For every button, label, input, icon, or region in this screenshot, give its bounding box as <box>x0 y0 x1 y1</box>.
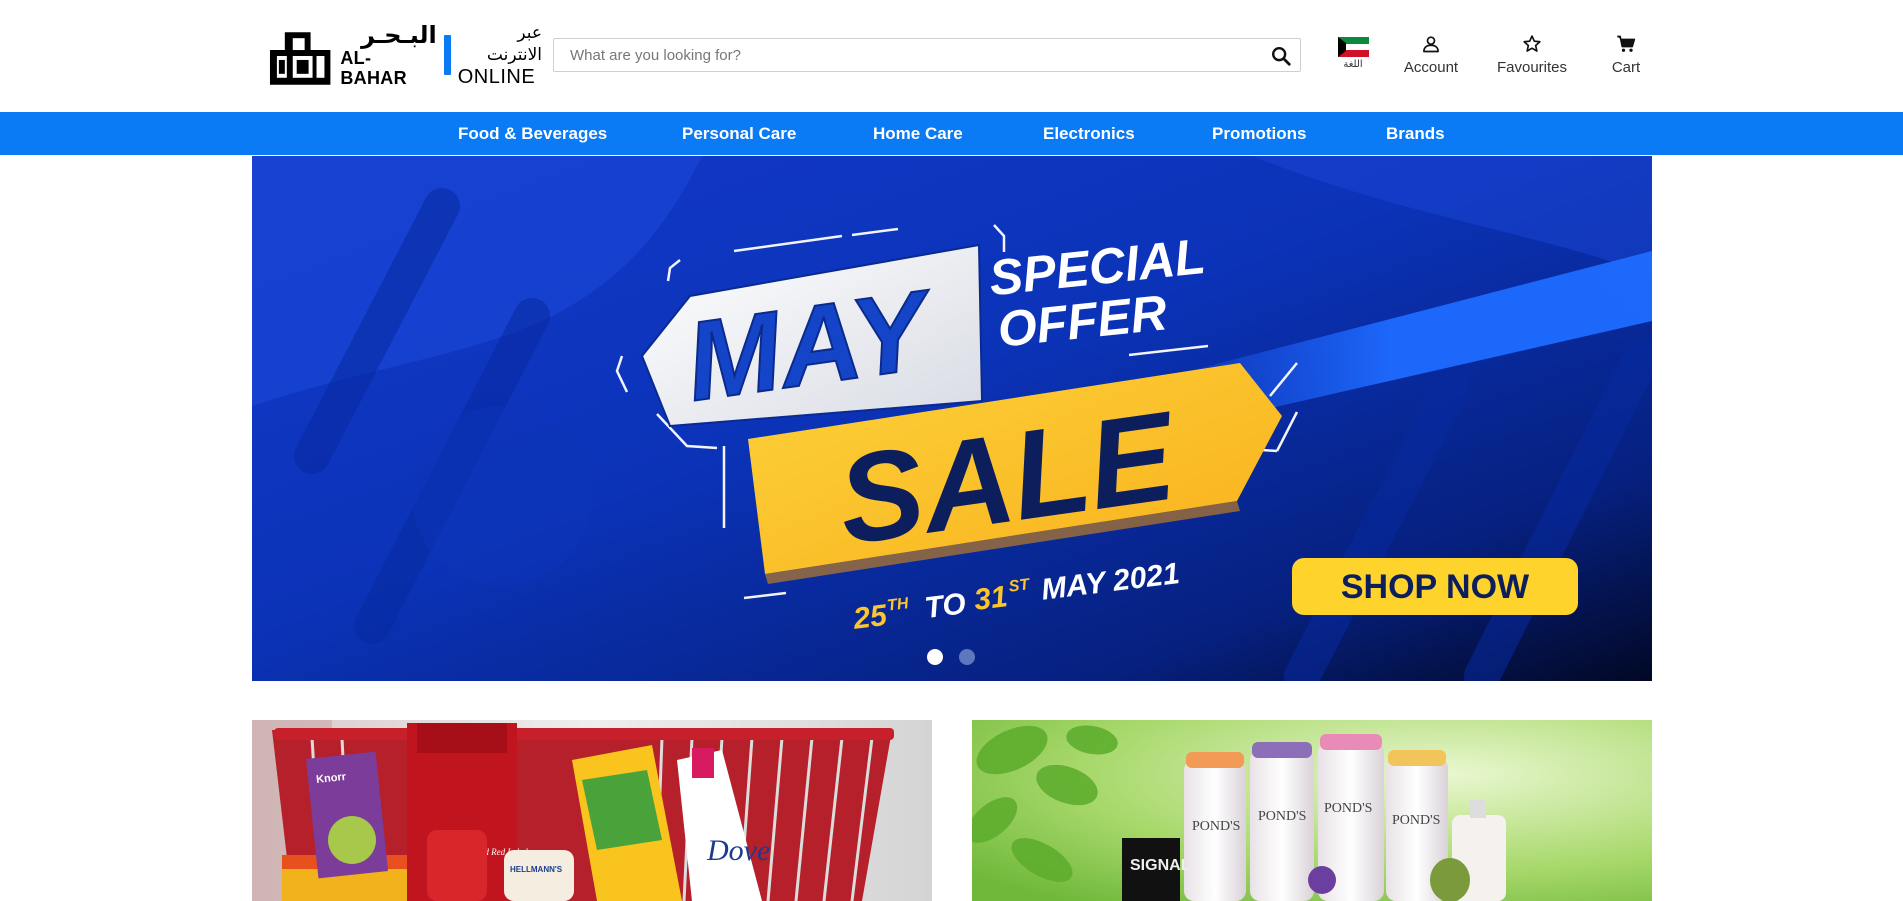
star-icon <box>1523 35 1541 52</box>
hero-date-start: 25 <box>851 599 890 636</box>
search-bar <box>553 38 1301 72</box>
logo-arabic-text: البـحـر <box>361 21 437 49</box>
site-header: البـحـر AL-BAHAR عبر الانترنت ONLINE الل… <box>0 0 1903 111</box>
may-sale-banner-artwork: MAY SPECIAL OFFER SALE 25 TH TO 31 ST MA… <box>252 156 1652 681</box>
dove-brand-text: Dove <box>706 834 770 867</box>
user-icon <box>1423 36 1439 53</box>
hero-date-end: 31 <box>972 580 1009 617</box>
language-switcher[interactable]: اللغة <box>1337 37 1369 79</box>
shop-now-button[interactable]: SHOP NOW <box>1292 558 1578 615</box>
hellmanns-brand-text: HELLMANN'S <box>510 865 563 874</box>
logo-english-text: AL-BAHAR <box>340 48 407 88</box>
cart-icon <box>1617 35 1636 52</box>
site-logo[interactable]: البـحـر AL-BAHAR عبر الانترنت ONLINE <box>267 22 542 88</box>
nav-item-brands[interactable]: Brands <box>1386 112 1445 155</box>
search-icon[interactable] <box>1270 45 1292 67</box>
logo-tagline-arabic: عبر الانترنت <box>486 23 542 65</box>
nav-item-food-beverages[interactable]: Food & Beverages <box>458 112 607 155</box>
favourites-label: Favourites <box>1496 59 1568 76</box>
signal-brand-text: SIGNAL <box>1130 857 1191 874</box>
cart-label: Cart <box>1611 59 1641 76</box>
favourites-link[interactable]: Favourites <box>1493 34 1571 80</box>
ponds-brand-text-2: POND'S <box>1258 809 1306 824</box>
grocery-cart-image: Knorr Brooke Bond Red Label HELLMANN'S D… <box>252 720 932 901</box>
hero-date-start-suffix: TH <box>886 595 910 615</box>
kuwait-flag-icon <box>1337 37 1369 57</box>
ponds-products-image: POND'S POND'S POND'S POND'S SIGNAL <box>972 720 1652 901</box>
hero-banner[interactable]: MAY SPECIAL OFFER SALE 25 TH TO 31 ST MA… <box>252 156 1652 681</box>
account-label: Account <box>1403 59 1459 76</box>
language-label: اللغة <box>1343 59 1363 70</box>
hero-date-end-suffix: ST <box>1008 576 1032 596</box>
nav-item-promotions[interactable]: Promotions <box>1212 112 1306 155</box>
ponds-brand-text-1: POND'S <box>1192 819 1240 834</box>
carousel-dot-1[interactable] <box>927 649 943 665</box>
logo-wordmark: البـحـر AL-BAHAR عبر الانترنت ONLINE <box>340 22 542 88</box>
cart-link[interactable]: Cart <box>1606 34 1646 80</box>
food-promo-tile[interactable]: Knorr Brooke Bond Red Label HELLMANN'S D… <box>252 720 932 901</box>
logo-divider <box>443 35 451 75</box>
building-logo-icon <box>269 25 331 85</box>
nav-item-electronics[interactable]: Electronics <box>1043 112 1135 155</box>
nav-item-home-care[interactable]: Home Care <box>873 112 963 155</box>
ponds-brand-text-3: POND'S <box>1324 801 1372 816</box>
search-input[interactable] <box>554 39 1254 71</box>
nav-item-personal-care[interactable]: Personal Care <box>682 112 796 155</box>
ponds-brand-text-4: POND'S <box>1392 813 1440 828</box>
personal-care-promo-tile[interactable]: POND'S POND'S POND'S POND'S SIGNAL <box>972 720 1652 901</box>
main-navigation: Food & Beverages Personal Care Home Care… <box>0 112 1903 155</box>
carousel-dot-2[interactable] <box>959 649 975 665</box>
account-link[interactable]: Account <box>1399 34 1463 80</box>
shop-now-label: SHOP NOW <box>1341 568 1530 606</box>
hero-date-to: TO <box>923 587 968 625</box>
logo-tagline-english: ONLINE <box>457 66 536 88</box>
